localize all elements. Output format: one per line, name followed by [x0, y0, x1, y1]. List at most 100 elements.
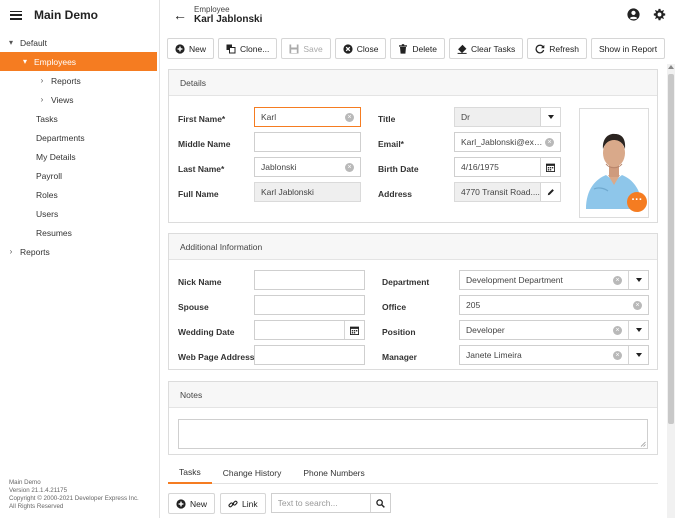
- position-select[interactable]: Developer ×: [459, 320, 649, 340]
- chevron-down-icon[interactable]: [628, 321, 648, 339]
- nav-item-my-details[interactable]: My Details: [0, 147, 159, 166]
- notes-textarea[interactable]: [178, 419, 648, 449]
- manager-select[interactable]: Janete Limeira ×: [459, 345, 649, 365]
- tab-change-history[interactable]: Change History: [212, 462, 293, 484]
- nav-item-departments[interactable]: Departments: [0, 128, 159, 147]
- nav-group-reports[interactable]: › Reports: [0, 242, 159, 261]
- floppy-disk-icon: [289, 44, 299, 53]
- refresh-button-label: Refresh: [549, 43, 580, 54]
- gear-icon[interactable]: [653, 8, 666, 21]
- clone-button[interactable]: Clone...: [218, 38, 278, 59]
- clear-tasks-button[interactable]: Clear Tasks: [449, 38, 524, 59]
- delete-button[interactable]: Delete: [390, 38, 445, 59]
- search-icon[interactable]: [369, 494, 390, 512]
- nav-item-resumes[interactable]: Resumes: [0, 223, 159, 242]
- plus-circle-icon: [176, 498, 186, 509]
- show-in-report-button[interactable]: Show in Report: [591, 38, 666, 59]
- tasks-search-input[interactable]: [271, 498, 370, 508]
- nav-item-users[interactable]: Users: [0, 204, 159, 223]
- nav-item-employees-views[interactable]: › Views: [0, 90, 159, 109]
- scroll-thumb[interactable]: [668, 74, 674, 424]
- app-title: Main Demo: [34, 8, 99, 22]
- email-field[interactable]: Karl_Jablonski@exa... ×: [454, 132, 561, 152]
- scroll-up-arrow-icon[interactable]: [668, 65, 674, 69]
- chevron-down-icon[interactable]: [628, 271, 648, 289]
- calendar-icon[interactable]: [540, 158, 560, 176]
- nav-group-default[interactable]: ▾ Default: [0, 33, 159, 52]
- web-page-label: Web Page Address: [178, 352, 255, 362]
- office-field[interactable]: 205 ×: [459, 295, 649, 315]
- address-value: 4770 Transit Road....: [461, 187, 540, 197]
- nav-label: Payroll: [36, 170, 62, 181]
- notes-panel-header: Notes: [169, 382, 657, 408]
- nav-label: Employees: [34, 56, 77, 67]
- chevron-down-icon[interactable]: [628, 346, 648, 364]
- page-subtitle: Employee: [194, 5, 230, 14]
- clear-icon[interactable]: ×: [345, 162, 354, 172]
- clear-tasks-button-label: Clear Tasks: [471, 43, 516, 54]
- tab-phone-numbers[interactable]: Phone Numbers: [292, 462, 375, 484]
- calendar-icon[interactable]: [344, 321, 364, 339]
- birth-date-label: Birth Date: [378, 164, 419, 174]
- wedding-date-field[interactable]: [254, 320, 365, 340]
- nav-item-tasks[interactable]: Tasks: [0, 109, 159, 128]
- web-page-field[interactable]: [254, 345, 365, 365]
- account-icon[interactable]: [627, 8, 640, 21]
- nick-name-field[interactable]: [254, 270, 365, 290]
- more-options-icon[interactable]: ···: [627, 192, 647, 212]
- employee-photo: ···: [579, 108, 649, 218]
- nav-item-employees-reports[interactable]: › Reports: [0, 71, 159, 90]
- chevron-down-icon[interactable]: [540, 108, 560, 126]
- save-button-label: Save: [303, 43, 323, 54]
- clear-icon[interactable]: ×: [633, 300, 642, 310]
- nav-label: Views: [51, 94, 74, 105]
- title-select[interactable]: Dr: [454, 107, 561, 127]
- chevron-right-icon: ›: [9, 247, 13, 256]
- address-field[interactable]: 4770 Transit Road....: [454, 182, 561, 202]
- department-select[interactable]: Development Department ×: [459, 270, 649, 290]
- birth-date-field[interactable]: 4/16/1975: [454, 157, 561, 177]
- close-button[interactable]: Close: [334, 38, 387, 59]
- spouse-field[interactable]: [254, 295, 365, 315]
- clear-icon[interactable]: ×: [613, 325, 622, 335]
- nav-item-roles[interactable]: Roles: [0, 185, 159, 204]
- nav-item-employees[interactable]: ▾ Employees: [0, 52, 157, 71]
- clear-icon[interactable]: ×: [613, 275, 622, 285]
- middle-name-label: Middle Name: [178, 139, 231, 149]
- vertical-scrollbar[interactable]: [667, 64, 675, 518]
- app-header: Main Demo: [0, 0, 159, 30]
- chevron-down-icon: ▾: [22, 57, 27, 66]
- manager-label: Manager: [382, 352, 417, 362]
- last-name-label: Last Name*: [178, 164, 225, 174]
- refresh-button[interactable]: Refresh: [527, 38, 588, 59]
- first-name-label: First Name*: [178, 114, 226, 124]
- tasks-new-button[interactable]: New: [168, 493, 216, 514]
- first-name-field[interactable]: Karl ×: [254, 107, 361, 127]
- action-toolbar: New Clone... Save Close Delete Clear Tas…: [167, 38, 666, 59]
- title-label: Title: [378, 114, 396, 124]
- close-button-label: Close: [356, 43, 379, 54]
- department-label: Department: [382, 277, 430, 287]
- tasks-search-box: [270, 493, 391, 513]
- footer-rights: All Rights Reserved: [9, 503, 64, 510]
- new-button[interactable]: New: [167, 38, 215, 59]
- navigation-sidebar: Main Demo ▾ Default ▾ Employees › Report…: [0, 0, 160, 518]
- resize-handle-icon[interactable]: [640, 441, 646, 447]
- clear-icon[interactable]: ×: [345, 112, 354, 122]
- nav-item-payroll[interactable]: Payroll: [0, 166, 159, 185]
- position-value: Developer: [466, 325, 505, 335]
- last-name-field[interactable]: Jablonski ×: [254, 157, 361, 177]
- tasks-link-button[interactable]: Link: [220, 493, 266, 514]
- tab-tasks[interactable]: Tasks: [168, 462, 212, 484]
- save-button[interactable]: Save: [281, 38, 331, 59]
- back-arrow-icon[interactable]: ←: [173, 7, 187, 23]
- nav-label: Resumes: [36, 227, 72, 238]
- nav-label: Roles: [36, 189, 58, 200]
- details-panel-header: Details: [169, 70, 657, 96]
- clear-icon[interactable]: ×: [545, 137, 554, 147]
- hamburger-menu-icon[interactable]: [10, 10, 22, 20]
- clear-icon[interactable]: ×: [613, 350, 622, 360]
- edit-pencil-icon[interactable]: [540, 183, 560, 201]
- office-value: 205: [466, 300, 481, 310]
- middle-name-field[interactable]: [254, 132, 361, 152]
